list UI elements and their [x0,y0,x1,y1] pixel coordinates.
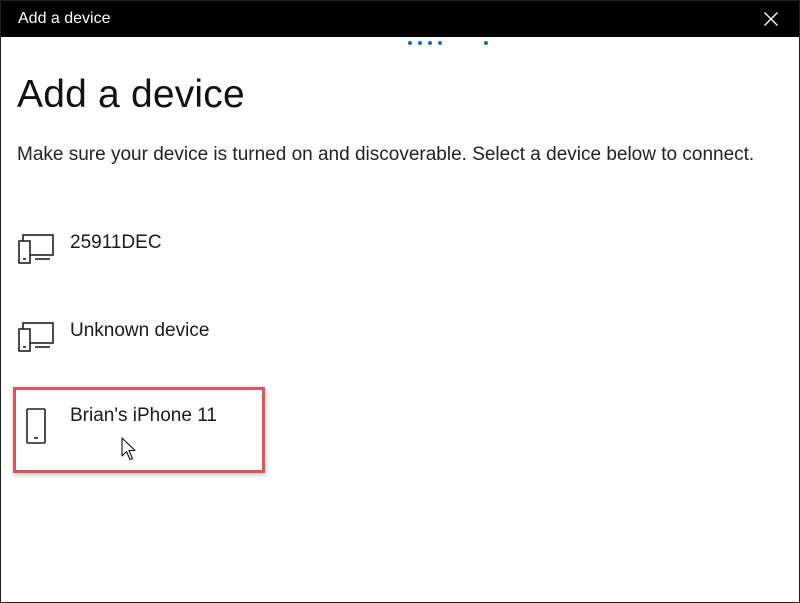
device-name: Brian's iPhone 11 [70,405,217,426]
title-bar: Add a device [1,1,799,37]
close-button[interactable] [743,1,799,37]
close-icon [764,12,778,26]
desktop-device-icon [18,322,54,352]
device-item-unknown[interactable]: Unknown device [13,311,265,397]
searching-progress-indicator [405,41,495,47]
device-item-brians-iphone[interactable]: Brian's iPhone 11 [13,387,265,473]
desktop-device-icon [18,234,54,264]
page-heading: Add a device [17,73,245,116]
device-item-25911dec[interactable]: 25911DEC [13,223,265,309]
device-name: 25911DEC [70,232,162,253]
window-title: Add a device [18,10,111,27]
phone-icon [26,408,46,444]
device-name: Unknown device [70,320,210,341]
instructions-text: Make sure your device is turned on and d… [17,144,755,165]
add-device-window: Add a device Add a device Make sure your… [0,0,800,603]
